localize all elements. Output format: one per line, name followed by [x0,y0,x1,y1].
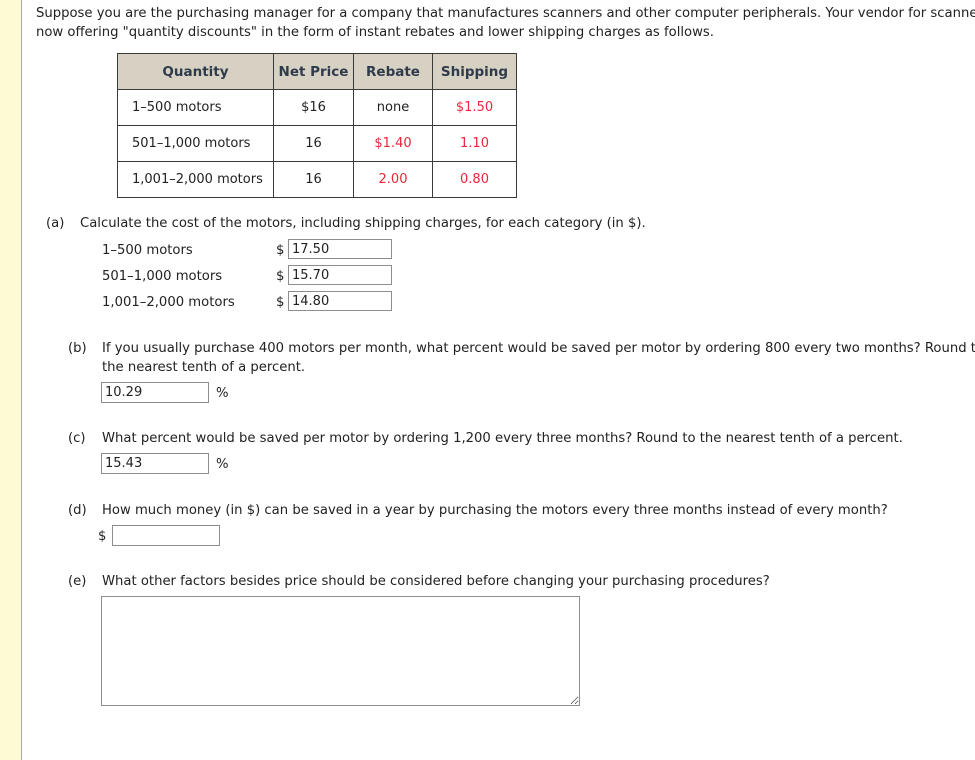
question-c-text: What percent would be saved per motor by… [102,431,903,446]
cell-rebate: none [353,89,433,126]
question-page: Suppose you are the purchasing manager f… [24,0,975,760]
question-b-marker: (b) [68,341,87,356]
dollar-sign: $ [276,295,285,310]
table-header-net-price: Net Price [273,53,354,90]
cell-quantity: 1–500 motors [117,89,274,126]
question-a-marker: (a) [46,216,65,231]
answer-textarea-e[interactable] [101,596,580,706]
table-header-shipping: Shipping [432,53,517,90]
answer-input-savings-d[interactable] [112,525,220,546]
table-header-rebate: Rebate [353,53,433,90]
cell-net-price: $16 [273,89,354,126]
cell-shipping: 1.10 [432,125,517,162]
cell-rebate: 2.00 [353,161,433,198]
answer-input-percent-b[interactable] [101,382,209,403]
question-d-text: How much money (in $) can be saved in a … [102,503,888,518]
question-e-text: What other factors besides price should … [102,574,770,589]
percent-sign-b: % [216,386,229,401]
cell-rebate: $1.40 [353,125,433,162]
dollar-sign: $ [276,243,285,258]
intro-paragraph: Suppose you are the purchasing manager f… [36,6,975,40]
table-header-quantity: Quantity [117,53,274,90]
table-row: 1,001–2,000 motors 16 2.00 0.80 [117,161,517,198]
cell-quantity: 501–1,000 motors [117,125,274,162]
answer-row-label: 501–1,000 motors [102,269,223,284]
answer-row-label: 1–500 motors [102,243,193,258]
answer-input-1001-2000[interactable] [288,291,392,311]
cell-quantity: 1,001–2,000 motors [117,161,274,198]
cell-net-price: 16 [273,161,354,198]
quantity-discount-table: Quantity Net Price Rebate Shipping 1–500… [117,53,517,198]
cell-shipping: $1.50 [432,89,517,126]
table-row: 501–1,000 motors 16 $1.40 1.10 [117,125,517,162]
question-e-marker: (e) [68,574,87,589]
table-header-row: Quantity Net Price Rebate Shipping [117,53,517,90]
answer-input-501-1000[interactable] [288,265,392,285]
dollar-sign-d: $ [98,529,107,544]
question-d-marker: (d) [68,503,87,518]
answer-input-percent-c[interactable] [101,453,209,474]
answer-row-label: 1,001–2,000 motors [102,295,235,310]
cell-net-price: 16 [273,125,354,162]
table-row: 1–500 motors $16 none $1.50 [117,89,517,126]
left-gutter-strip [0,0,22,760]
answer-input-1-500[interactable] [288,239,392,259]
question-a-text: Calculate the cost of the motors, includ… [80,216,646,231]
question-c-marker: (c) [68,431,86,446]
question-b-text: If you usually purchase 400 motors per m… [102,341,975,375]
dollar-sign: $ [276,269,285,284]
percent-sign-c: % [216,457,229,472]
cell-shipping: 0.80 [432,161,517,198]
